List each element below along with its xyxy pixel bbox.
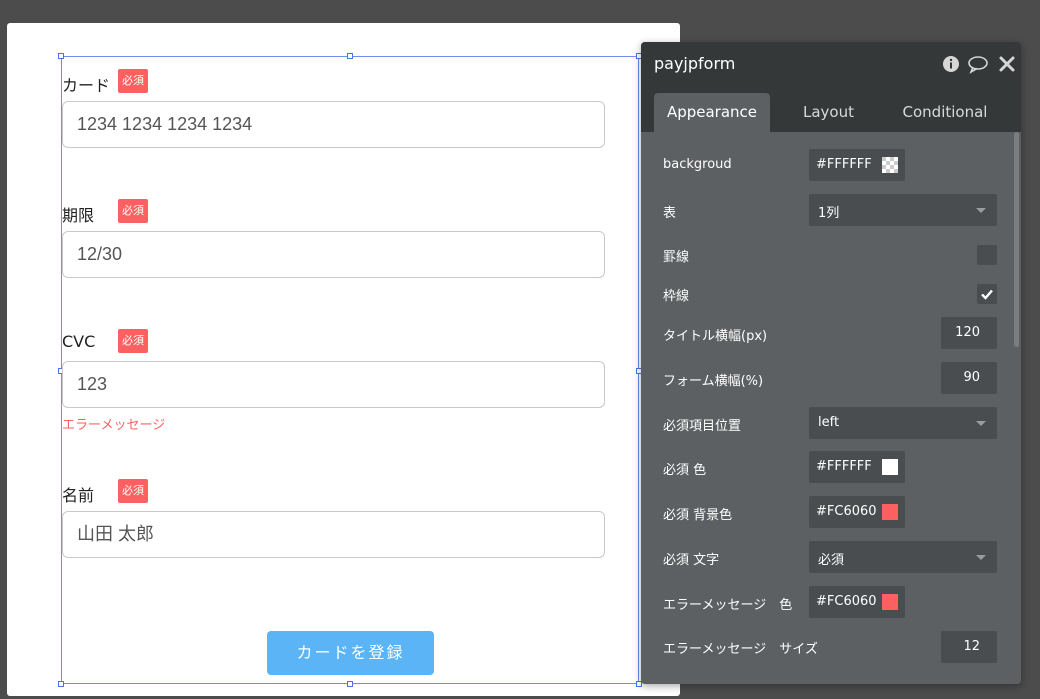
resize-handle-tl[interactable] — [58, 53, 64, 59]
expiry-input[interactable]: 12/30 — [62, 231, 605, 278]
required-position-value: left — [818, 415, 840, 430]
required-bg-value: #FC6060 — [816, 504, 877, 519]
tab-conditional[interactable]: Conditional — [891, 93, 999, 132]
background-color-field[interactable]: #FFFFFF — [809, 149, 905, 181]
error-message: エラーメッセージ — [62, 418, 166, 433]
tab-appearance[interactable]: Appearance — [654, 93, 770, 132]
property-editor-panel: payjpform Appearance Layout Conditional … — [641, 42, 1021, 684]
error-size-input[interactable]: 12 — [941, 631, 997, 663]
name-input[interactable]: 山田 太郎 — [62, 511, 605, 558]
required-badge: 必須 — [118, 69, 148, 93]
title-width-input[interactable]: 120 — [941, 317, 997, 349]
comment-icon[interactable] — [967, 54, 988, 74]
background-color-value: #FFFFFF — [816, 157, 872, 172]
info-icon[interactable] — [941, 54, 961, 74]
card-number-input[interactable]: 1234 1234 1234 1234 — [62, 101, 605, 148]
required-badge: 必須 — [118, 199, 148, 223]
border-checkbox[interactable] — [977, 284, 997, 304]
required-text-dropdown[interactable]: 必須 — [809, 541, 997, 573]
error-color-field[interactable]: #FC6060 — [809, 586, 905, 618]
border-label: 枠線 — [663, 289, 690, 304]
table-label: 表 — [663, 206, 677, 221]
form-width-value: 90 — [963, 370, 980, 385]
title-width-label: タイトル横幅(px) — [663, 329, 768, 344]
required-badge: 必須 — [118, 479, 148, 503]
cvc-label: CVC — [62, 332, 96, 351]
required-badge: 必須 — [118, 329, 148, 353]
color-swatch[interactable] — [882, 459, 898, 475]
background-label: backgroud — [663, 157, 732, 172]
chevron-down-icon — [976, 555, 986, 560]
error-size-value: 12 — [963, 639, 980, 654]
tab-bar: Appearance Layout Conditional — [641, 86, 1021, 132]
required-position-label: 必須項目位置 — [663, 419, 742, 434]
rule-checkbox[interactable] — [977, 245, 997, 265]
form-width-input[interactable]: 90 — [941, 362, 997, 394]
checkmark-icon — [981, 289, 993, 300]
required-color-label: 必須 色 — [663, 463, 707, 478]
resize-handle-bl[interactable] — [58, 681, 64, 687]
panel-title: payjpform — [654, 54, 736, 73]
required-color-field[interactable]: #FFFFFF — [809, 451, 905, 483]
tab-layout[interactable]: Layout — [776, 93, 881, 132]
expiry-label: 期限 — [62, 206, 95, 225]
form-width-label: フォーム横幅(%) — [663, 374, 764, 389]
required-color-value: #FFFFFF — [816, 459, 872, 474]
cvc-input[interactable]: 123 — [62, 361, 605, 408]
rule-label: 罫線 — [663, 250, 690, 265]
table-dropdown-value: 1列 — [818, 206, 840, 221]
required-position-dropdown[interactable]: left — [809, 407, 997, 439]
chevron-down-icon — [976, 208, 986, 213]
color-swatch[interactable] — [882, 504, 898, 520]
close-icon[interactable] — [998, 54, 1018, 74]
required-text-label: 必須 文字 — [663, 553, 720, 568]
resize-handle-tc[interactable] — [347, 53, 353, 59]
color-swatch[interactable] — [882, 594, 898, 610]
error-color-label: エラーメッセージ 色 — [663, 598, 793, 613]
color-swatch[interactable] — [882, 157, 898, 173]
required-bg-field[interactable]: #FC6060 — [809, 496, 905, 528]
error-color-value: #FC6060 — [816, 594, 877, 609]
scrollbar[interactable] — [1014, 132, 1019, 347]
card-label: カード — [62, 76, 111, 95]
name-label: 名前 — [62, 486, 95, 505]
register-card-button[interactable]: カードを登録 — [267, 631, 434, 675]
table-dropdown[interactable]: 1列 — [809, 194, 997, 226]
error-size-label: エラーメッセージ サイズ — [663, 642, 818, 657]
title-width-value: 120 — [955, 325, 980, 340]
panel-header[interactable]: payjpform — [641, 42, 1021, 86]
required-text-value: 必須 — [818, 553, 845, 568]
chevron-down-icon — [976, 421, 986, 426]
resize-handle-bc[interactable] — [347, 681, 353, 687]
required-bg-label: 必須 背景色 — [663, 508, 733, 523]
